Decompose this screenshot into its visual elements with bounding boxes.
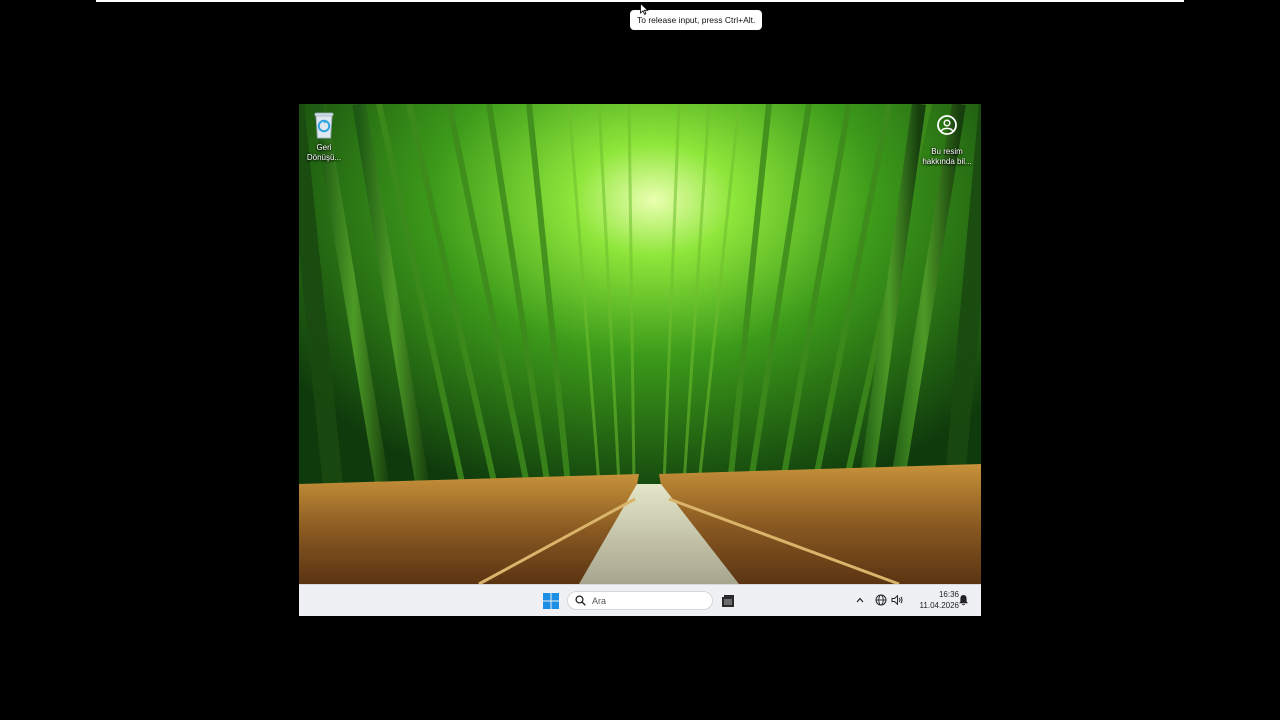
taskbar-search-box[interactable] (567, 591, 713, 610)
recycle-bin-icon (314, 112, 334, 139)
search-icon (575, 595, 586, 606)
windows-logo-icon[interactable] (543, 593, 559, 609)
desktop-icon-label: hakkında bil... (922, 156, 972, 166)
info-person-icon (937, 115, 957, 135)
volume-icon[interactable] (891, 594, 904, 606)
vm-top-border (96, 0, 1184, 2)
desktop-icon-about-image[interactable]: Bu resim hakkında bil... (920, 114, 974, 166)
vm-screen[interactable]: Geri Dönüşü... Bu resim hakkında bil... (299, 104, 981, 616)
clock-time: 16:36 (938, 590, 959, 599)
release-input-tooltip: To release input, press Ctrl+Alt. (630, 10, 763, 30)
mouse-cursor-icon (640, 3, 649, 15)
notification-bell-icon[interactable] (958, 594, 969, 606)
task-view-icon[interactable] (721, 594, 735, 608)
desktop-icon-label: Geri (316, 143, 332, 152)
desktop-icon-recycle-bin[interactable]: Geri Dönüşü... (299, 110, 351, 162)
clock-date: 11.04.2026 (919, 600, 959, 610)
desktop-icon-label: Bu resim (931, 147, 963, 156)
chevron-up-icon[interactable] (855, 595, 865, 605)
taskbar: 16:36 11.04.2026 (299, 584, 981, 616)
release-input-text: To release input, press Ctrl+Alt. (637, 15, 756, 25)
desktop-icon-label: Dönüşü... (306, 152, 342, 162)
globe-icon[interactable] (875, 594, 887, 606)
taskbar-clock[interactable]: 16:36 11.04.2026 (907, 590, 959, 611)
search-input[interactable] (592, 594, 702, 607)
bamboo-forest-wallpaper (299, 104, 981, 584)
